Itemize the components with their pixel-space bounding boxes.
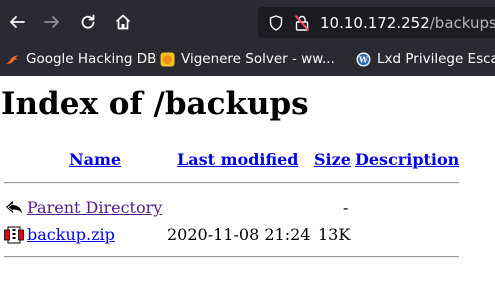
backup-zip-size: 13K	[318, 225, 351, 244]
backup-zip-link[interactable]: backup.zip	[27, 225, 115, 244]
backup-zip-last-modified: 2020-11-08 21:24	[167, 225, 311, 244]
sort-by-name-link[interactable]: Name	[69, 150, 121, 169]
sort-by-size-link[interactable]: Size	[314, 150, 351, 169]
back-arrow-icon	[4, 198, 24, 218]
footer-divider	[4, 256, 459, 258]
parent-directory-link[interactable]: Parent Directory	[27, 198, 162, 217]
directory-listing: Name Last modified Size Description Pare…	[0, 0, 495, 308]
sort-by-last-modified-link[interactable]: Last modified	[177, 150, 298, 169]
header-divider	[4, 182, 459, 184]
compressed-file-icon	[4, 225, 24, 245]
parent-directory-size: -	[343, 198, 349, 217]
sort-by-description-link[interactable]: Description	[355, 150, 459, 169]
